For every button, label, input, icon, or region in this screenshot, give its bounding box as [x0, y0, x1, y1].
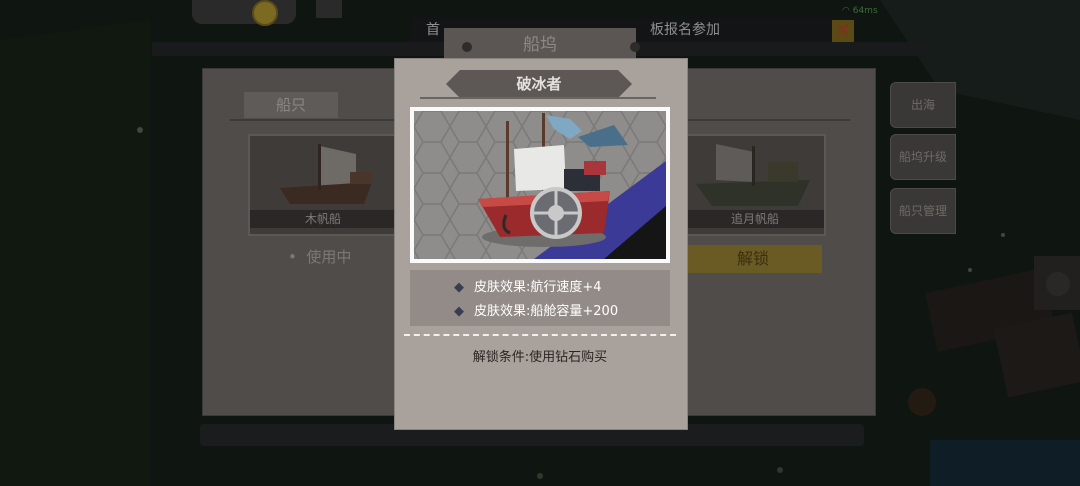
resource-bar[interactable]: [192, 0, 296, 24]
ship-name-label: 木帆船: [250, 210, 396, 228]
popup-title: 破冰者: [460, 70, 618, 98]
effect-text: 皮肤效果:航行速度+4: [474, 280, 602, 295]
close-button[interactable]: ✕: [832, 20, 854, 42]
rivet-icon: [630, 42, 640, 52]
effects-panel: ◆ 皮肤效果:航行速度+4 ◆ 皮肤效果:船舱容量+200: [410, 270, 670, 326]
wooden-ship-image: [280, 144, 372, 204]
ticker-text-right: 板报名参加: [650, 22, 720, 38]
tab-sail[interactable]: 出海: [890, 82, 956, 128]
diamond-bullet-icon: ◆: [454, 304, 464, 319]
dashed-divider: [404, 334, 676, 336]
effect-text: 皮肤效果:船舱容量+200: [474, 304, 619, 319]
ship-preview: [414, 111, 666, 259]
unlock-condition: 解锁条件:使用钻石购买: [472, 350, 608, 365]
ribbon-left: [446, 70, 460, 98]
title-underline: [420, 97, 656, 99]
hud-slot[interactable]: [316, 0, 342, 18]
tab-dock-upgrade[interactable]: 船坞升级: [890, 134, 956, 180]
ship-card-wooden[interactable]: 木帆船: [248, 134, 398, 236]
wifi-icon: ◠ 64ms: [842, 6, 878, 16]
tab-ships[interactable]: 船只: [244, 92, 338, 118]
ribbon-right: [618, 70, 632, 98]
rivet-icon: [462, 42, 472, 52]
tab-ship-management[interactable]: 船只管理: [890, 188, 956, 234]
ticker-text-left: 首: [426, 22, 440, 38]
diamond-bullet-icon: ◆: [454, 280, 464, 295]
in-use-label: 使用中: [306, 248, 352, 266]
in-use-status: • 使用中: [288, 248, 352, 266]
coin-icon: [252, 0, 278, 26]
moonchaser-ship-image: [696, 144, 810, 206]
ship-card-moonchaser[interactable]: 追月帆船: [684, 134, 826, 236]
ship-name-label: 追月帆船: [686, 210, 824, 228]
dock-title: 船坞: [444, 28, 636, 62]
unlock-button[interactable]: 解锁: [684, 245, 822, 273]
ping-label: 64ms: [852, 6, 878, 16]
effect-item: ◆ 皮肤效果:船舱容量+200: [454, 300, 618, 319]
icebreaker-ship-image: [414, 111, 666, 259]
effect-item: ◆ 皮肤效果:航行速度+4: [454, 276, 602, 295]
